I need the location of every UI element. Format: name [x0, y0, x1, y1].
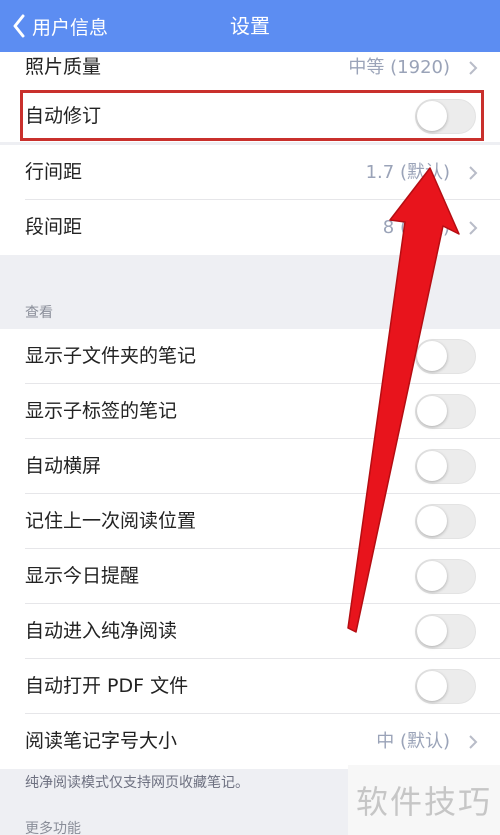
row-show-today-reminder[interactable]: 显示今日提醒 [0, 549, 500, 604]
remember-position-toggle[interactable] [415, 504, 476, 539]
row-auto-open-pdf[interactable]: 自动打开 PDF 文件 [0, 659, 500, 714]
back-button[interactable]: 用户信息 [12, 0, 108, 52]
watermark: 软件技巧 [348, 765, 500, 835]
nav-bar: 用户信息 设置 [0, 0, 500, 52]
toggle-knob [417, 341, 447, 371]
back-label: 用户信息 [32, 16, 109, 39]
row-auto-clean-reading[interactable]: 自动进入纯净阅读 [0, 604, 500, 659]
row-auto-landscape[interactable]: 自动横屏 [0, 439, 500, 494]
toggle-knob [417, 506, 447, 536]
chevron-right-icon [469, 221, 478, 235]
show-subfolder-notes-toggle[interactable] [415, 339, 476, 374]
row-value: 8 (默认) [382, 217, 450, 238]
row-label: 行间距 [25, 161, 83, 183]
row-label: 自动进入纯净阅读 [25, 620, 178, 642]
row-label: 阅读笔记字号大小 [25, 730, 178, 752]
today-reminder-toggle[interactable] [415, 559, 476, 594]
row-label: 段间距 [25, 216, 83, 238]
row-value: 1.7 (默认) [365, 162, 450, 183]
toggle-knob [417, 671, 447, 701]
toggle-knob [417, 451, 447, 481]
row-show-subtag-notes[interactable]: 显示子标签的笔记 [0, 384, 500, 439]
row-show-subfolder-notes[interactable]: 显示子文件夹的笔记 [0, 329, 500, 384]
row-line-spacing[interactable]: 行间距 1.7 (默认) [0, 145, 500, 200]
highlight-annotation [20, 90, 484, 141]
show-subtag-notes-toggle[interactable] [415, 394, 476, 429]
row-label: 自动打开 PDF 文件 [25, 675, 189, 697]
row-label: 自动横屏 [25, 455, 102, 477]
row-paragraph-spacing[interactable]: 段间距 8 (默认) [0, 200, 500, 255]
auto-landscape-toggle[interactable] [415, 449, 476, 484]
chevron-right-icon [469, 61, 478, 75]
toggle-knob [417, 561, 447, 591]
row-reading-font-size[interactable]: 阅读笔记字号大小 中 (默认) [0, 714, 500, 769]
clean-reading-toggle[interactable] [415, 614, 476, 649]
row-label: 显示子标签的笔记 [25, 400, 178, 422]
row-label: 显示今日提醒 [25, 565, 140, 587]
section-header-view: 查看 [25, 305, 53, 321]
row-remember-reading-position[interactable]: 记住上一次阅读位置 [0, 494, 500, 549]
chevron-right-icon [469, 735, 478, 749]
chevron-left-icon [13, 14, 25, 38]
section-footnote: 纯净阅读模式仅支持网页收藏笔记。 [25, 775, 249, 791]
row-value: 中 (默认) [376, 731, 450, 752]
auto-open-pdf-toggle[interactable] [415, 669, 476, 704]
toggle-knob [417, 616, 447, 646]
row-label: 显示子文件夹的笔记 [25, 345, 197, 367]
section-header-more: 更多功能 [25, 821, 81, 835]
toggle-knob [417, 396, 447, 426]
row-label: 记住上一次阅读位置 [25, 510, 197, 532]
chevron-right-icon [469, 166, 478, 180]
